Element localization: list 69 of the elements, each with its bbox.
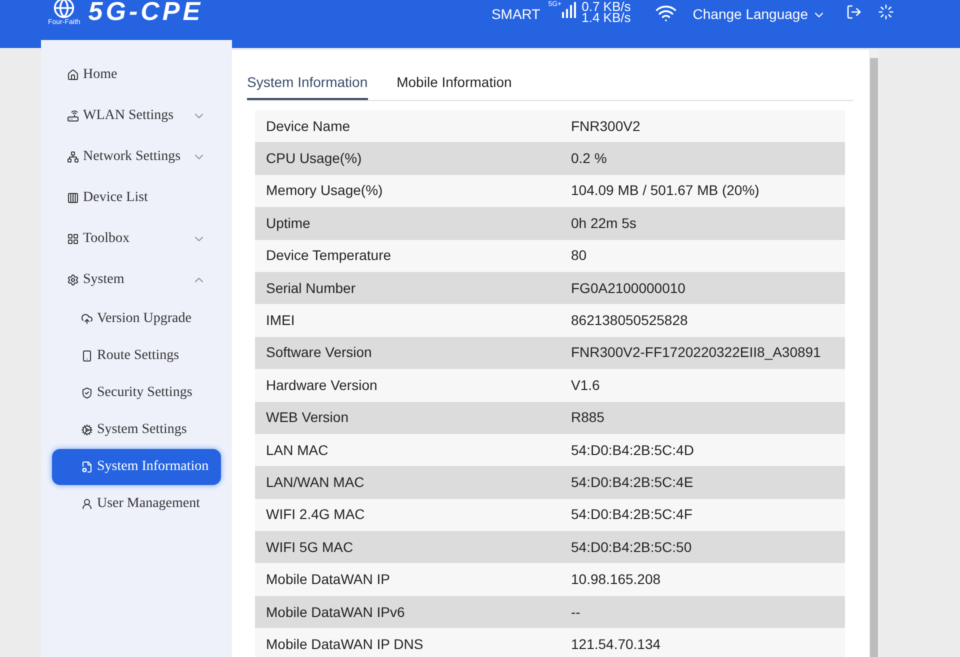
table-cell-text: WEB Version <box>265 408 350 428</box>
table-cell-text: FNR300V2-FF1720220322EII8_A30891 <box>571 343 822 362</box>
table-cell-text: Device Name <box>265 116 352 136</box>
table-cell-text: IMEI <box>265 311 296 330</box>
sidebar-item[interactable]: Home <box>41 54 232 95</box>
table-cell-text: Device Temperature <box>265 246 392 266</box>
table-cell-text: WIFI 5G MAC <box>265 538 354 557</box>
menu-icon <box>81 424 93 436</box>
table-cell-text: 0h 22m 5s <box>571 214 638 233</box>
sidebar-subitem[interactable]: User Management <box>52 485 221 522</box>
table-cell-text: Mobile DataWAN IPv6 <box>265 602 406 622</box>
table-cell-text: 80 <box>571 246 588 266</box>
table-cell-text: R885 <box>571 408 606 428</box>
table-cell-text: 0.2 % <box>571 149 608 168</box>
table-cell-text: FNR300V2 <box>571 116 642 136</box>
table-cell-text: Hardware Version <box>265 376 378 395</box>
signal-icon <box>562 2 578 18</box>
sidebar-subitem[interactable]: System Settings <box>52 411 221 448</box>
table-cell-text: 54:D0:B4:2B:5C:4E <box>571 472 694 492</box>
menu-icon <box>81 350 93 362</box>
tab[interactable]: System Information <box>247 72 368 100</box>
upload-speed: 0.7 KB/s <box>582 1 631 12</box>
table-cell-text: Memory Usage(%) <box>265 181 384 200</box>
menu-icon <box>67 150 79 162</box>
sidebar-subitem[interactable]: Security Settings <box>52 374 221 411</box>
table-cell-text: Mobile DataWAN IP <box>265 570 391 590</box>
table-cell-text: LAN MAC <box>265 440 330 460</box>
sidebar-subitem[interactable]: System Information <box>52 448 221 484</box>
menu-icon <box>81 460 93 472</box>
table-cell-text: Serial Number <box>265 278 356 298</box>
language-button[interactable]: Change Language <box>692 4 826 25</box>
table-cell-text: LAN/WAN MAC <box>265 472 366 492</box>
app-title: 5G-CPE <box>88 0 204 28</box>
sidebar-item[interactable]: WLAN Settings <box>41 95 232 136</box>
table-cell-text: Uptime <box>265 214 312 233</box>
table-cell-text: Software Version <box>265 343 373 362</box>
menu-icon <box>67 232 79 244</box>
menu-icon <box>81 312 93 324</box>
network-mode: SMART <box>491 5 540 24</box>
download-speed: 1.4 KB/s <box>582 12 631 23</box>
menu-icon <box>67 274 79 286</box>
table-cell-text: 121.54.70.134 <box>571 634 662 654</box>
sidebar-subitem[interactable]: Route Settings <box>52 337 221 374</box>
menu-icon <box>67 68 79 80</box>
sidebar-item[interactable]: System <box>41 259 232 300</box>
globe-logo-icon <box>53 0 76 19</box>
table-cell-text: CPU Usage(%) <box>265 149 363 168</box>
sidebar-item[interactable]: Device List <box>41 177 232 218</box>
table-cell-text: 104.09 MB / 501.67 MB (20%) <box>571 181 760 200</box>
sidebar-item[interactable]: Network Settings <box>41 136 232 177</box>
logout-icon[interactable] <box>846 4 862 20</box>
table-cell-text: -- <box>571 602 582 622</box>
table-cell-text: 862138050525828 <box>571 311 689 330</box>
table-cell-text: 54:D0:B4:2B:5C:4D <box>571 440 695 460</box>
table-cell-text: 10.98.165.208 <box>571 570 662 590</box>
table-cell-text: 54:D0:B4:2B:5C:4F <box>571 505 694 524</box>
table-cell-text: V1.6 <box>571 376 601 395</box>
menu-icon <box>81 386 93 398</box>
table-cell-text: FG0A2100000010 <box>571 278 686 298</box>
sidebar-subitem[interactable]: Version Upgrade <box>52 300 221 337</box>
tab[interactable]: Mobile Information <box>396 72 512 100</box>
menu-icon <box>67 192 79 204</box>
loading-icon <box>878 4 894 20</box>
table-cell-text: WIFI 2.4G MAC <box>265 505 366 524</box>
table-cell-text: 54:D0:B4:2B:5C:50 <box>571 538 693 557</box>
menu-icon <box>81 498 93 510</box>
menu-icon <box>67 110 79 122</box>
table-cell-text: Mobile DataWAN IP DNS <box>265 634 424 654</box>
sidebar-item[interactable]: Toolbox <box>41 218 232 259</box>
